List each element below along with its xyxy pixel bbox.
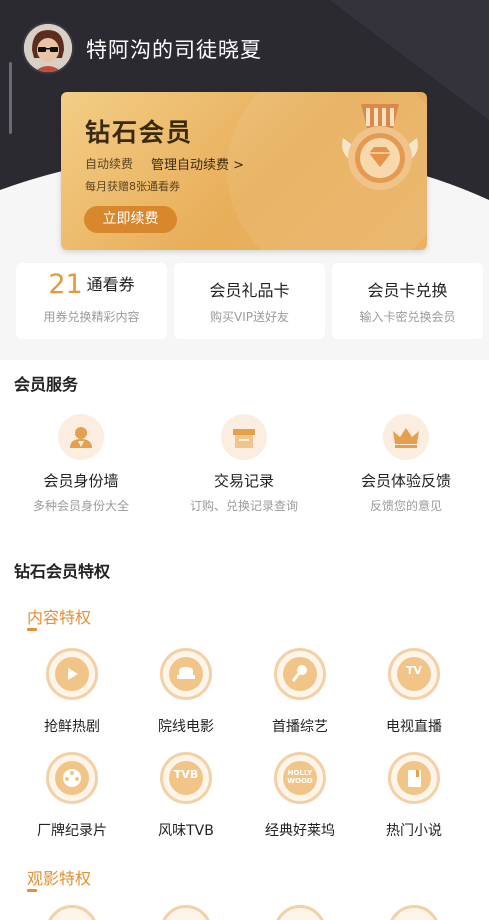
transaction-box-icon (221, 414, 267, 460)
viewing-privilege-icon-4[interactable] (388, 905, 440, 920)
priv-premiere-variety-label: 首播综艺 (272, 719, 328, 735)
ticket-title-row: 21 通看券 (16, 269, 167, 300)
renew-now-button[interactable]: 立即续费 (84, 206, 177, 233)
auto-renew-label: 自动续费 (85, 157, 134, 171)
card-redeem-title: 会员卡兑换 (367, 281, 448, 300)
priv-hollywood-label: 经典好莱坞 (265, 823, 335, 839)
tv-icon-text: TV (405, 664, 423, 677)
priv-hot-drama-label: 抢鲜热剧 (44, 719, 100, 735)
member-badge-icon (58, 414, 104, 460)
content-privileges-title: 内容特权 (27, 608, 92, 627)
viewing-privilege-icon-1[interactable] (46, 905, 98, 920)
member-identity-wall[interactable]: 会员身份墙 多种会员身份大全 (6, 414, 156, 514)
film-reel-icon (46, 752, 98, 804)
transaction-records[interactable]: 交易记录 订购、兑换记录查询 (169, 414, 319, 514)
quick-cards: 21 通看券 用券兑换精彩内容 会员礼品卡 购买VIP送好友 会员卡兑换 输入卡密… (16, 263, 486, 339)
diamond-medal-icon (342, 104, 418, 190)
priv-hot-drama[interactable]: 抢鲜热剧 (22, 648, 122, 736)
member-identity-label: 会员身份墙 (43, 472, 119, 490)
viewing-privileges-underline (27, 889, 37, 892)
feedback-desc: 反馈您的意见 (369, 499, 442, 513)
viewing-privilege-icon-2[interactable] (160, 905, 212, 920)
username: 特阿沟的司徒晓夏 (86, 38, 262, 62)
unlock-play-icon (46, 648, 98, 700)
ticket-desc: 用券兑换精彩内容 (43, 310, 140, 324)
header-area: 特阿沟的司徒晓夏 钻石会员 自动续费 管理自动续费 > 每月获赠8张通看券 立即… (0, 0, 489, 360)
priv-documentary-label: 厂牌纪录片 (37, 823, 107, 839)
gift-card-desc: 购买VIP送好友 (210, 310, 289, 324)
viewing-privileges-title: 观影特权 (27, 869, 92, 888)
diamond-privileges-title: 钻石会员特权 (14, 562, 111, 581)
card-redeem-desc: 输入卡密兑换会员 (359, 310, 456, 324)
priv-tv-live[interactable]: TV 电视直播 (364, 648, 464, 736)
tvb-icon-text: TVB (173, 768, 199, 781)
priv-novel[interactable]: 热门小说 (364, 752, 464, 840)
hollywood-icon: HOLLY WOOD (274, 752, 326, 804)
gift-card[interactable]: 会员礼品卡 购买VIP送好友 (174, 263, 325, 339)
hollywood-icon-text: HOLLY WOOD (287, 769, 313, 785)
scroll-indicator[interactable] (9, 62, 12, 134)
priv-tvb[interactable]: TVB 风味TVB (136, 752, 236, 840)
transaction-desc: 订购、兑换记录查询 (189, 499, 298, 513)
member-identity-desc: 多种会员身份大全 (32, 499, 129, 513)
ticket-label: 通看券 (86, 275, 135, 294)
content-privileges-underline (27, 628, 37, 631)
member-services-title: 会员服务 (14, 375, 79, 394)
priv-hollywood[interactable]: HOLLY WOOD 经典好莱坞 (250, 752, 350, 840)
vip-title: 钻石会员 (85, 118, 194, 147)
book-icon (388, 752, 440, 804)
tvb-icon: TVB (160, 752, 212, 804)
crown-icon (383, 414, 429, 460)
transaction-label: 交易记录 (213, 472, 274, 490)
feedback-label: 会员体验反馈 (360, 472, 451, 490)
priv-tv-live-label: 电视直播 (386, 719, 442, 735)
viewing-privilege-icon-3[interactable] (274, 905, 326, 920)
priv-documentary[interactable]: 厂牌纪录片 (22, 752, 122, 840)
manage-auto-renew-link[interactable]: 管理自动续费 > (151, 154, 244, 173)
priv-cinema-movie-label: 院线电影 (158, 719, 214, 735)
ticket-count: 21 (48, 269, 83, 300)
priv-novel-label: 热门小说 (386, 823, 442, 839)
cinema-seat-icon (160, 648, 212, 700)
priv-tvb-label: 风味TVB (158, 823, 214, 839)
card-redeem[interactable]: 会员卡兑换 输入卡密兑换会员 (332, 263, 483, 339)
avatar[interactable] (22, 22, 74, 74)
gift-card-title: 会员礼品卡 (209, 281, 290, 300)
tv-icon: TV (388, 648, 440, 700)
member-feedback[interactable]: 会员体验反馈 反馈您的意见 (331, 414, 481, 514)
priv-premiere-variety[interactable]: 首播综艺 (250, 648, 350, 736)
microphone-icon (274, 648, 326, 700)
priv-cinema-movie[interactable]: 院线电影 (136, 648, 236, 736)
monthly-ticket-note: 每月获赠8张通看券 (85, 180, 180, 193)
ticket-card[interactable]: 21 通看券 用券兑换精彩内容 (16, 263, 167, 339)
vip-membership-card[interactable]: 钻石会员 自动续费 管理自动续费 > 每月获赠8张通看券 立即续费 (61, 92, 427, 250)
